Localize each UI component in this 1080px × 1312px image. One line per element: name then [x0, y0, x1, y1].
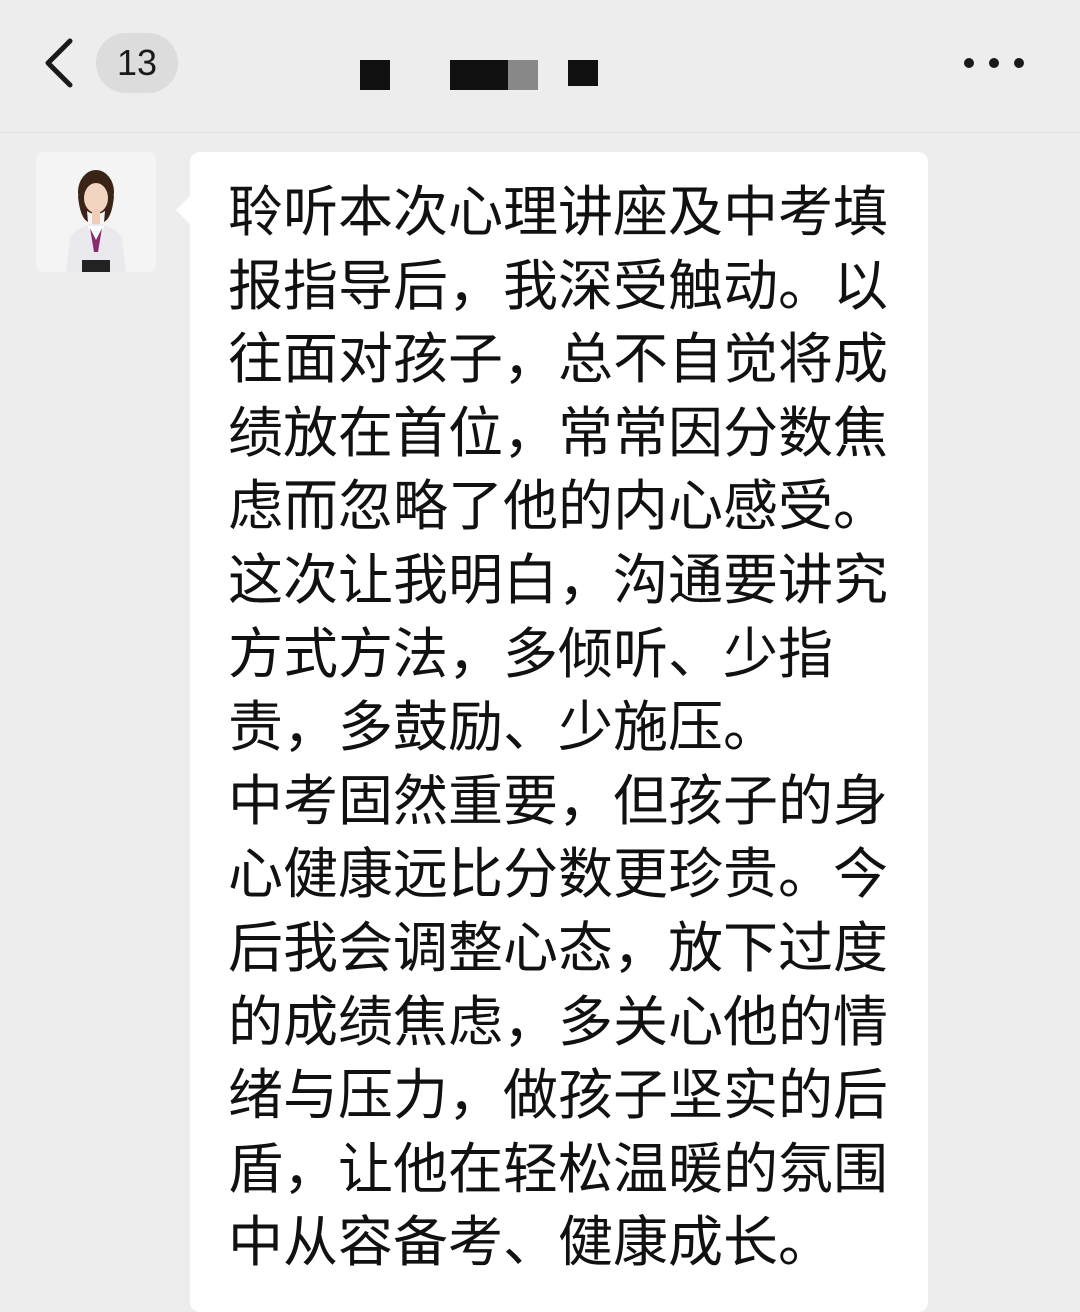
redaction-block [568, 60, 598, 86]
message-text: 聆听本次心理讲座及中考填报指导后，我深受触动。以往面对孩子，总不自觉将成绩放在首… [228, 180, 889, 1275]
message-bubble[interactable]: 聆听本次心理讲座及中考填报指导后，我深受触动。以往面对孩子，总不自觉将成绩放在首… [176, 152, 928, 1312]
redaction-block [450, 60, 508, 90]
more-options-button[interactable] [964, 50, 1024, 76]
person-avatar-icon [36, 152, 156, 272]
chevron-left-icon [45, 38, 73, 88]
contact-avatar[interactable] [36, 152, 156, 272]
chat-header: 13 [0, 0, 1080, 133]
back-button[interactable]: 13 [40, 30, 190, 96]
redaction-block [508, 60, 538, 90]
more-dots-icon [1014, 58, 1024, 68]
unread-count-badge: 13 [96, 33, 178, 93]
chat-title-redacted [355, 56, 605, 92]
more-dots-icon [989, 58, 999, 68]
more-dots-icon [964, 58, 974, 68]
redaction-block [360, 60, 390, 90]
